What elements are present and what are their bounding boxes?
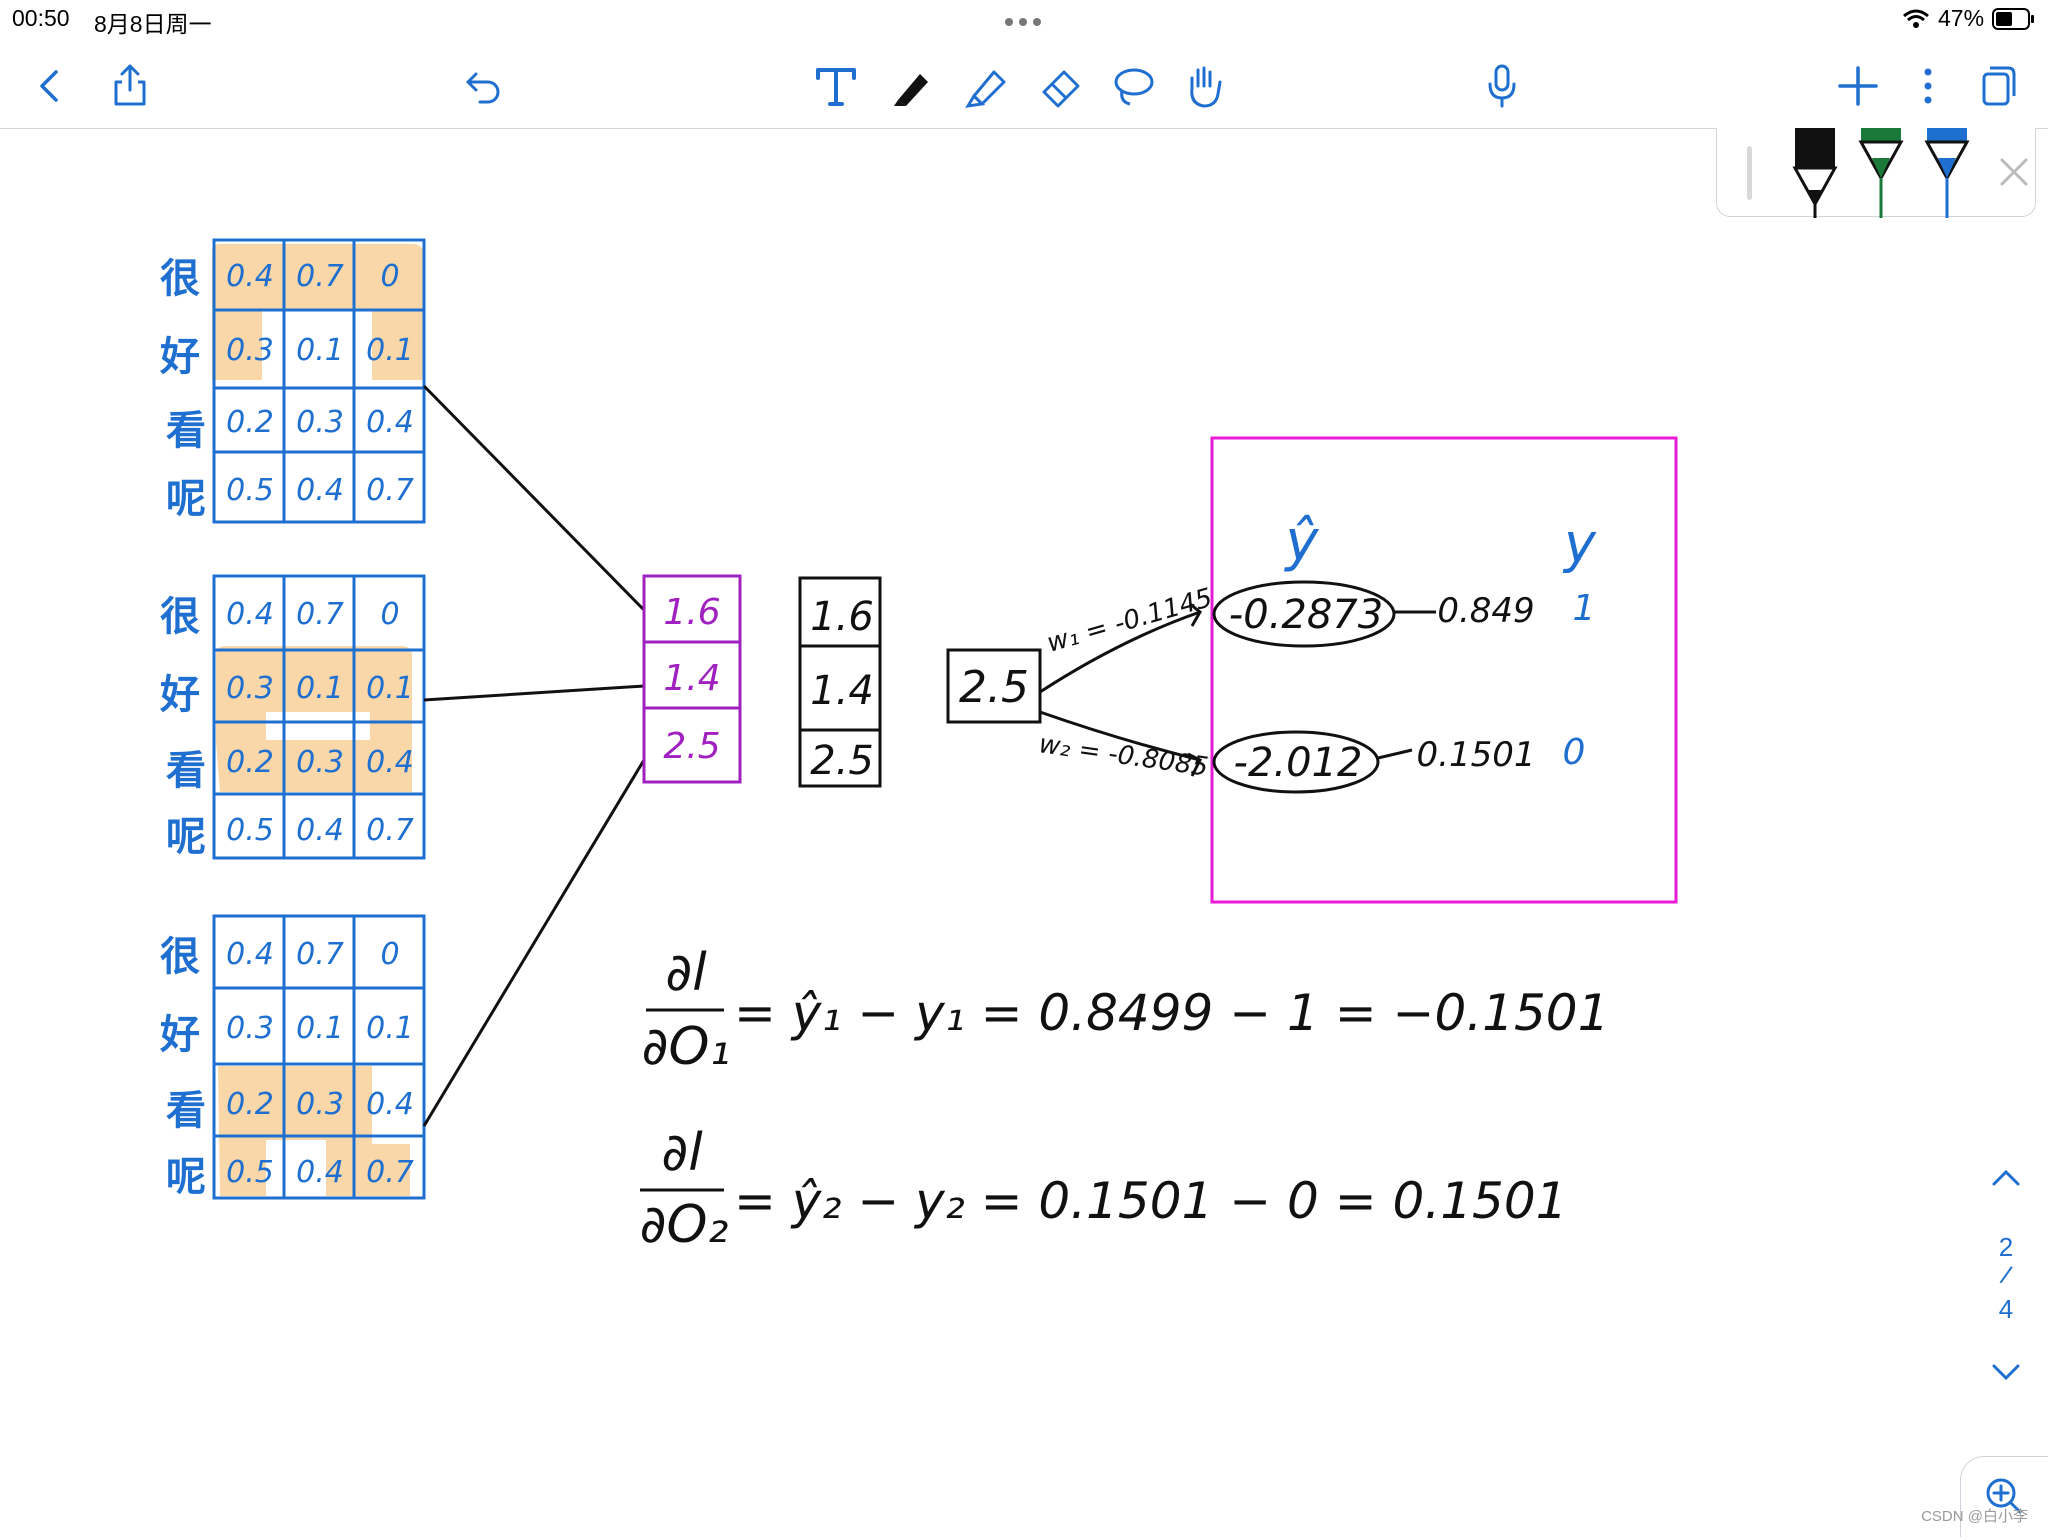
page-navigator: 2 / 4 <box>1966 1160 2046 1390</box>
cell: 0.1 <box>366 671 414 706</box>
conv-value: 2.5 <box>663 726 720 767</box>
cell: 0.7 <box>366 813 414 848</box>
row-label: 很 <box>160 594 200 640</box>
connector-lines <box>422 384 646 1127</box>
row-label: 很 <box>160 256 200 302</box>
cell: 0 <box>380 259 399 294</box>
y1-value: 1 <box>1573 588 1596 629</box>
row-label: 呢 <box>166 814 206 860</box>
cell: 0.4 <box>296 473 344 508</box>
y-header: y <box>1562 512 1597 575</box>
cell: 0.1 <box>296 333 344 368</box>
row-label: 呢 <box>166 476 206 522</box>
row-label: 好 <box>159 672 200 718</box>
weight-1-label: w₁ = -0.1145 <box>1044 583 1216 659</box>
cell: 0.7 <box>296 597 344 632</box>
row-label: 呢 <box>166 1154 206 1200</box>
eq1-numerator: ∂l <box>665 943 707 1003</box>
conv-value: 2.5 <box>810 738 874 784</box>
cell: 0.2 <box>226 405 274 440</box>
cell: 0 <box>380 937 399 972</box>
cell: 0.4 <box>366 745 414 780</box>
row-label: 好 <box>159 334 200 380</box>
cell: 0.3 <box>296 1087 344 1122</box>
eq1-denominator: ∂O₁ <box>642 1017 731 1077</box>
cell: 0.4 <box>366 1087 414 1122</box>
cell: 0.4 <box>226 937 274 972</box>
conv-value: 1.4 <box>810 668 874 714</box>
cell: 0.1 <box>296 671 344 706</box>
cell: 0.3 <box>296 405 344 440</box>
eq2-denominator: ∂O₂ <box>640 1195 729 1255</box>
cell: 0.4 <box>366 405 414 440</box>
cell: 0.4 <box>226 597 274 632</box>
pooled-value: 2.5 <box>959 662 1029 713</box>
watermark: CSDN @白小李 <box>1921 1508 2028 1525</box>
cell: 0.2 <box>226 745 274 780</box>
conv-value: 1.6 <box>810 594 874 640</box>
page-total: 4 <box>1998 1294 2014 1324</box>
cell: 0 <box>380 597 399 632</box>
cell: 0.7 <box>296 259 344 294</box>
cell: 0.5 <box>226 813 274 848</box>
cell: 0.5 <box>226 1155 274 1190</box>
cell: 0.3 <box>226 333 274 368</box>
y2-value: 0 <box>1563 732 1586 773</box>
eq2-numerator: ∂l <box>661 1123 703 1183</box>
row-label: 好 <box>159 1012 200 1058</box>
yhat2-value: 0.1501 <box>1417 735 1536 775</box>
cell: 0.7 <box>296 937 344 972</box>
row-labels: 很 好 看 呢 很 好 看 呢 很 好 看 呢 <box>159 256 206 1200</box>
row-label: 很 <box>160 934 200 980</box>
output-frame <box>1210 436 1678 904</box>
cell: 0.3 <box>296 745 344 780</box>
cell: 0.1 <box>296 1011 344 1046</box>
cell: 0.4 <box>296 1155 344 1190</box>
conv-value: 1.6 <box>663 592 720 633</box>
cell: 0.3 <box>226 1011 274 1046</box>
cell: 0.1 <box>366 333 414 368</box>
cell: 0.4 <box>296 813 344 848</box>
yhat1-value: 0.849 <box>1437 591 1534 631</box>
row-label: 看 <box>166 408 206 454</box>
cell: 0.2 <box>226 1087 274 1122</box>
row-label: 看 <box>166 748 206 794</box>
cell: 0.4 <box>226 259 274 294</box>
o1-value: -0.2873 <box>1229 592 1383 638</box>
cell: 0.7 <box>366 473 414 508</box>
cell: 0.7 <box>366 1155 414 1190</box>
o2-value: -2.012 <box>1234 740 1363 786</box>
chevron-up-icon[interactable] <box>1990 1166 2022 1194</box>
conv-value: 1.4 <box>663 658 720 699</box>
weight-2-label: w₂ = -0.8085 <box>1037 729 1210 782</box>
row-label: 看 <box>166 1088 206 1134</box>
yhat-header: ŷ <box>1283 509 1319 574</box>
cell: 0.1 <box>366 1011 414 1046</box>
note-canvas[interactable]: 0.4 0.7 0 0.3 0.1 0.1 0.2 0.3 0.4 0.5 0.… <box>0 0 2048 1536</box>
eq2-rhs: = ŷ₂ − y₂ = 0.1501 − 0 = 0.1501 <box>734 1172 1568 1230</box>
chevron-down-icon[interactable] <box>1990 1360 2022 1388</box>
cell: 0.3 <box>226 671 274 706</box>
eq1-rhs: = ŷ₁ − y₁ = 0.8499 − 1 = −0.1501 <box>734 984 1609 1042</box>
cell: 0.5 <box>226 473 274 508</box>
